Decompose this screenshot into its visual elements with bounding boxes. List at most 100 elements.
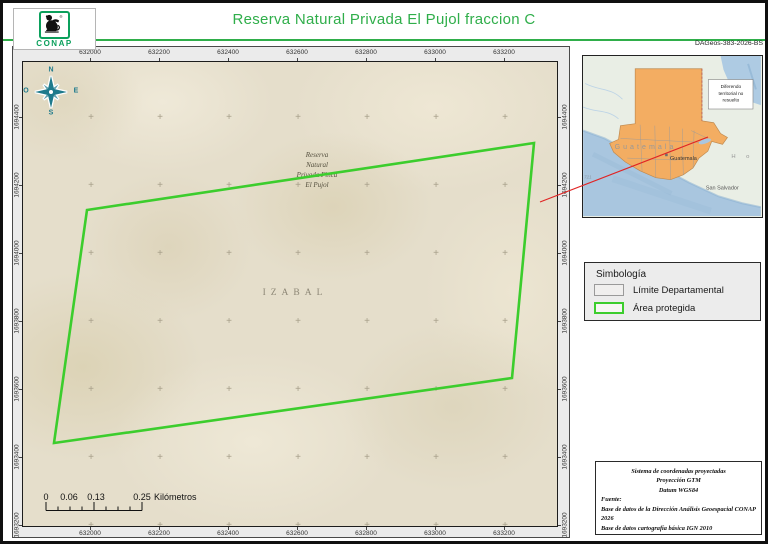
grid-cross: + bbox=[364, 181, 370, 191]
grid-tick bbox=[19, 253, 22, 254]
grid-tick bbox=[159, 58, 160, 61]
grid-tick bbox=[90, 527, 91, 530]
compass-south-label: S bbox=[49, 110, 54, 117]
grid-cross: + bbox=[364, 317, 370, 327]
svg-text:®: ® bbox=[60, 15, 63, 19]
grid-cross: + bbox=[88, 453, 94, 463]
grid-cross: + bbox=[502, 317, 508, 327]
san-salvador-label: San Salvador bbox=[706, 185, 739, 191]
legend-item-label: Límite Departamental bbox=[633, 285, 724, 296]
compass-east-label: E bbox=[74, 88, 79, 95]
dispute-note-line3: resuelto bbox=[723, 98, 740, 103]
grid-cross: + bbox=[88, 317, 94, 327]
grid-label-easting-top: 633200 bbox=[493, 49, 515, 56]
grid-tick bbox=[19, 457, 22, 458]
grid-tick bbox=[228, 527, 229, 530]
scale-006: 0.06 bbox=[60, 492, 78, 502]
grid-cross: + bbox=[226, 317, 232, 327]
projection-line: Proyección GTM bbox=[601, 476, 756, 485]
grid-tick bbox=[366, 527, 367, 530]
monkey-logo-icon: ® bbox=[39, 11, 70, 39]
legend-title: Simbología bbox=[596, 269, 646, 280]
compass-north-label: N bbox=[48, 67, 53, 74]
grid-label-northing-right: 1693600 bbox=[562, 376, 569, 401]
grid-cross: + bbox=[433, 317, 439, 327]
grid-label-easting-bottom: 632800 bbox=[355, 530, 377, 537]
legend-item-protected-area: Área protegida bbox=[594, 302, 695, 314]
grid-label-northing-right: 1693400 bbox=[562, 444, 569, 469]
grid-cross: + bbox=[157, 181, 163, 191]
grid-tick bbox=[228, 58, 229, 61]
grid-tick bbox=[297, 58, 298, 61]
dispute-note-line2: territorial no bbox=[718, 91, 743, 96]
scale-025: 0.25 bbox=[133, 492, 151, 502]
map-frame: Reserva Natural Privada Finca El Pujol I… bbox=[12, 46, 570, 538]
grid-tick bbox=[558, 185, 561, 186]
scale-unit: Kilómetros bbox=[154, 492, 197, 502]
grid-label-easting-top: 632200 bbox=[148, 49, 170, 56]
grid-tick bbox=[558, 457, 561, 458]
grid-cross: + bbox=[502, 113, 508, 123]
grid-label-easting-bottom: 633200 bbox=[493, 530, 515, 537]
grid-label-easting-bottom: 632400 bbox=[217, 530, 239, 537]
grid-cross: + bbox=[88, 385, 94, 395]
grid-cross: + bbox=[502, 181, 508, 191]
grid-tick bbox=[19, 389, 22, 390]
grid-label-northing-right: 1694400 bbox=[562, 104, 569, 129]
grid-cross: + bbox=[226, 453, 232, 463]
grid-label-northing-right: 1694200 bbox=[562, 172, 569, 197]
grid-label-easting-top: 632800 bbox=[355, 49, 377, 56]
document-code: DAGeos-383-2026-BS bbox=[695, 40, 763, 47]
grid-cross: + bbox=[502, 249, 508, 259]
grid-cross: + bbox=[433, 113, 439, 123]
grid-tick bbox=[297, 527, 298, 530]
source-line-1: Base de datos de la Dirección Análisis G… bbox=[601, 505, 756, 524]
page-title: Reserva Natural Privada El Pujol fraccio… bbox=[0, 11, 768, 28]
grid-cross: + bbox=[88, 181, 94, 191]
honduras-partial-label: H o bbox=[731, 154, 753, 160]
legend: Simbología Límite Departamental Área pro… bbox=[584, 262, 761, 321]
grid-cross: + bbox=[433, 453, 439, 463]
grid-label-northing-right: 1694000 bbox=[562, 240, 569, 265]
grid-label-easting-bottom: 632200 bbox=[148, 530, 170, 537]
grid-cross: + bbox=[226, 385, 232, 395]
conap-logo-label: CONAP bbox=[14, 39, 95, 48]
source-heading: Fuente: bbox=[601, 495, 756, 504]
compass-west-label: O bbox=[23, 88, 28, 95]
protected-area-name-label: Reserva Natural Privada Finca El Pujol bbox=[297, 150, 338, 190]
grid-tick bbox=[435, 58, 436, 61]
grid-tick bbox=[19, 185, 22, 186]
map-canvas[interactable]: Reserva Natural Privada Finca El Pujol I… bbox=[22, 61, 558, 527]
grid-tick bbox=[558, 321, 561, 322]
credits-box: Sistema de coordenadas proyectadas Proye… bbox=[595, 461, 762, 535]
grid-cross: + bbox=[364, 385, 370, 395]
department-label: IZABAL bbox=[263, 288, 328, 298]
grid-cross: + bbox=[88, 249, 94, 259]
grid-cross: + bbox=[157, 113, 163, 123]
grid-tick bbox=[90, 58, 91, 61]
coord-system-line: Sistema de coordenadas proyectadas bbox=[601, 467, 756, 476]
grid-cross: + bbox=[433, 181, 439, 191]
grid-cross: + bbox=[157, 317, 163, 327]
grid-tick bbox=[366, 58, 367, 61]
grid-cross: + bbox=[433, 385, 439, 395]
grid-tick bbox=[19, 117, 22, 118]
grid-label-northing-right: 1693800 bbox=[562, 308, 569, 333]
grid-cross: + bbox=[502, 453, 508, 463]
source-line-2: Base de datos cartografía básica IGN 201… bbox=[601, 524, 756, 533]
departmental-boundary-swatch bbox=[594, 284, 624, 296]
guatemala-inset-map[interactable]: Diferendo territorial no resuelto Guatem… bbox=[582, 55, 763, 218]
grid-label-easting-bottom: 632600 bbox=[286, 530, 308, 537]
capital-city-label: Guatemala bbox=[670, 156, 698, 162]
grid-cross: + bbox=[157, 453, 163, 463]
dispute-note-line1: Diferendo bbox=[721, 84, 742, 89]
grid-tick bbox=[504, 58, 505, 61]
grid-tick bbox=[435, 527, 436, 530]
grid-cross: + bbox=[502, 385, 508, 395]
grid-cross: + bbox=[295, 385, 301, 395]
compass-rose-icon bbox=[33, 74, 69, 110]
grid-cross: + bbox=[295, 317, 301, 327]
grid-label-easting-top: 632000 bbox=[79, 49, 101, 56]
grid-tick bbox=[558, 389, 561, 390]
datum-line: Datum WGS84 bbox=[601, 486, 756, 495]
